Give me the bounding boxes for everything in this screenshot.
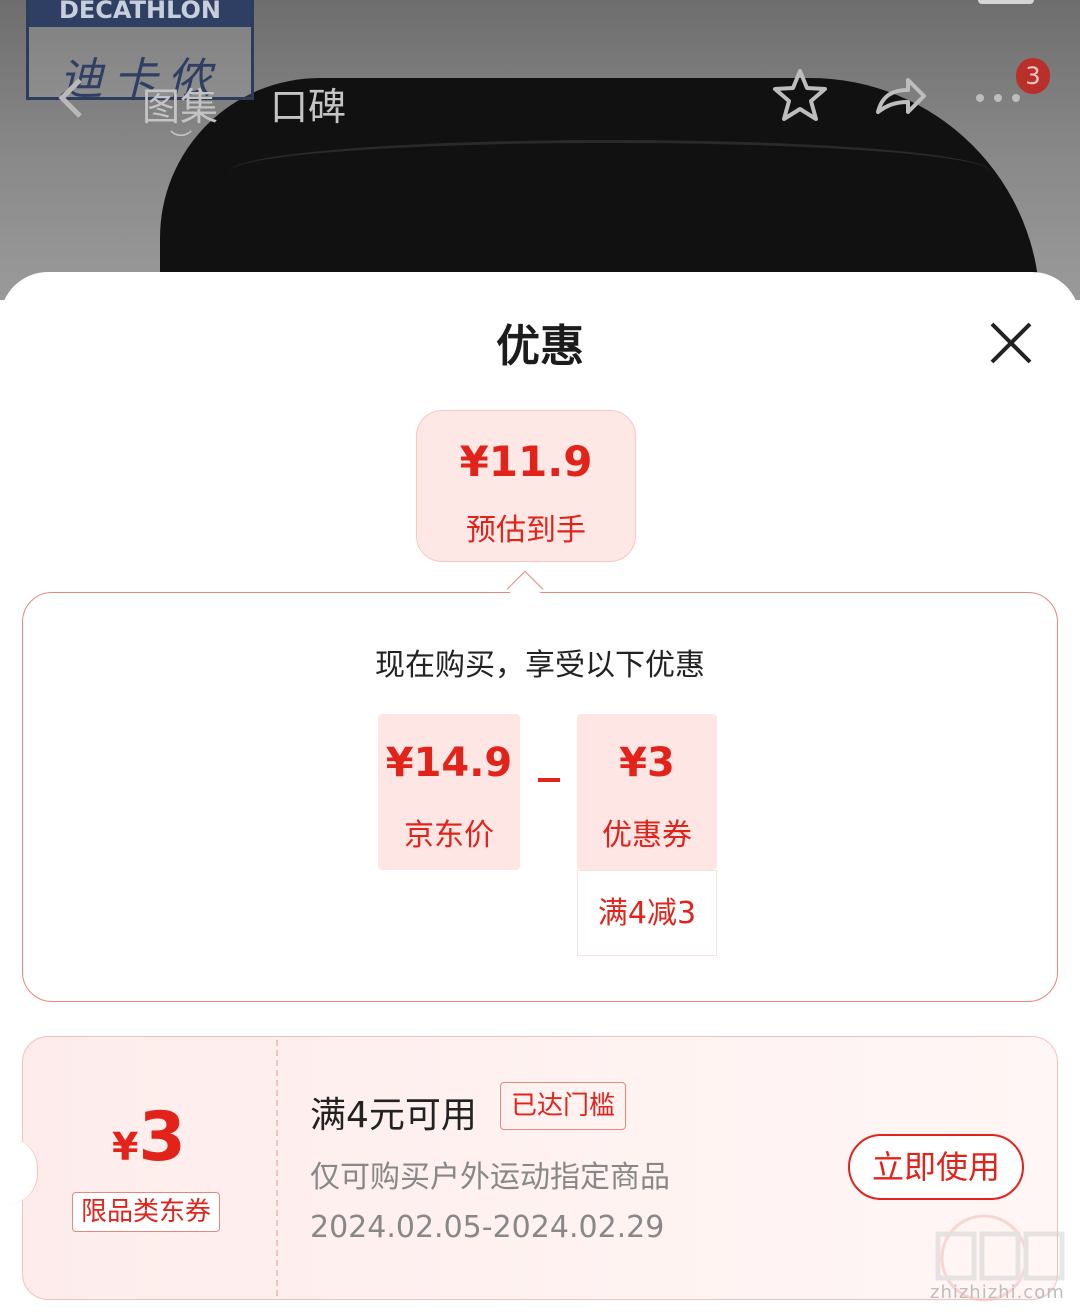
favorite-star-icon[interactable] <box>770 66 830 126</box>
logo-text: DECATHLON <box>29 0 251 27</box>
coupon-discount-box: ¥3 优惠券 <box>577 714 717 870</box>
use-now-button[interactable]: 立即使用 <box>848 1134 1024 1200</box>
tab-reviews[interactable]: 口碑 <box>270 76 346 131</box>
tab-gallery[interactable]: 图集 <box>142 76 218 131</box>
watermark-text: zhizhizhi.com <box>930 1282 1065 1303</box>
estimated-price-box: ¥11.9 预估到手 <box>416 410 636 562</box>
coupon-threshold: 满4元可用 <box>310 1095 477 1136</box>
breakdown-heading: 现在购买，享受以下优惠 <box>375 648 705 683</box>
notification-badge: 3 <box>1016 58 1050 94</box>
share-icon[interactable] <box>870 66 930 126</box>
coupon-amount-value: 3 <box>138 1098 186 1177</box>
coupon-condition: 满4减3 <box>577 870 717 956</box>
back-arrow-icon[interactable] <box>50 74 94 122</box>
status-bar-indicator <box>978 0 1034 4</box>
jd-price-value: ¥14.9 <box>385 740 513 786</box>
product-page-background: DECATHLON 迪卡侬 图集 口碑 ︶ 3 <box>0 0 1080 300</box>
coupon-amount: ¥3 <box>112 1098 186 1177</box>
jd-price-label: 京东价 <box>404 818 494 853</box>
coupon-validity-dates: 2024.02.05-2024.02.29 <box>310 1210 665 1245</box>
coupon-type-badge: 限品类东券 <box>72 1192 221 1232</box>
close-icon[interactable] <box>986 318 1036 368</box>
coupon-status-tag: 已达门槛 <box>500 1082 627 1130</box>
estimated-price-label: 预估到手 <box>466 513 586 548</box>
tab-indicator-icon: ︶ <box>170 130 193 155</box>
coupon-currency: ¥ <box>112 1125 139 1169</box>
coupon-discount-value: ¥3 <box>619 740 675 786</box>
product-seam <box>230 140 990 203</box>
sheet-title: 优惠 <box>496 321 584 372</box>
jd-price-box: ¥14.9 京东价 <box>378 714 520 870</box>
minus-icon <box>538 778 560 782</box>
coupon-scope: 仅可购买户外运动指定商品 <box>310 1160 670 1195</box>
estimated-price: ¥11.9 <box>459 437 593 486</box>
coupon-divider <box>276 1040 278 1296</box>
coupon-discount-label: 优惠券 <box>602 818 692 853</box>
